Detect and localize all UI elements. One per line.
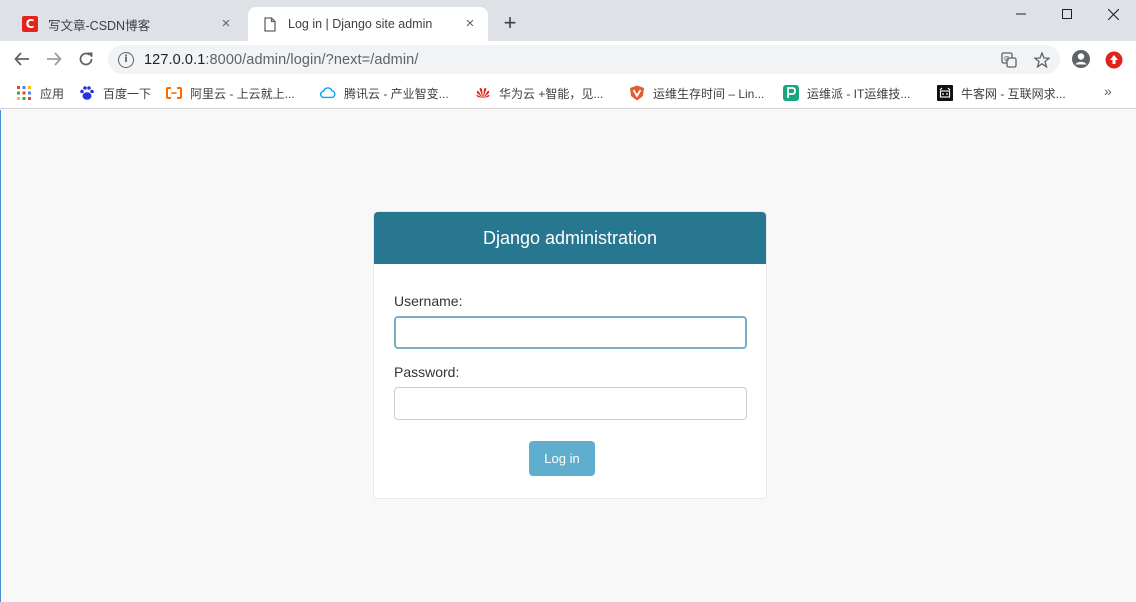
huawei-icon [475,85,491,101]
csdn-logo-icon: C [22,16,38,32]
bookmark-nowcoder[interactable]: 牛客网 - 互联网求... [937,84,1066,102]
bookmark-aliyun[interactable]: 阿里云 - 上云就上... [166,84,295,102]
bookmark-label: 百度一下 [103,86,152,101]
maximize-button[interactable] [1044,0,1090,28]
bookmark-tencent-cloud[interactable]: 腾讯云 - 产业智变... [320,84,449,102]
yunweipai-icon [783,85,799,101]
bookmark-label: 运维派 - IT运维技... [807,86,911,101]
forward-button[interactable] [42,47,66,71]
bookmark-yunweipai[interactable]: 运维派 - IT运维技... [783,84,910,102]
username-input[interactable] [394,316,747,349]
tab-title: 写文章-CSDN博客 [48,18,151,33]
new-tab-button[interactable]: + [498,12,522,36]
close-icon[interactable]: × [462,16,478,32]
bookmark-label: 运维生存时间 – Lin... [653,86,765,101]
tab-title: Log in | Django site admin [288,17,433,31]
nowcoder-icon [937,85,953,101]
browser-titlebar: C 写文章-CSDN博客 × Log in | Django site admi… [0,0,1136,41]
bookmark-baidu[interactable]: 百度一下 [79,84,151,102]
reload-button[interactable] [74,47,98,71]
shield-icon [629,85,645,101]
back-button[interactable] [10,47,34,71]
site-header: Django administration [374,212,766,264]
bookmark-yunwei-time[interactable]: 运维生存时间 – Lin... [629,84,764,102]
close-window-button[interactable] [1090,0,1136,28]
tab-csdn[interactable]: C 写文章-CSDN博客 × [8,7,244,41]
baidu-paw-icon [79,85,95,101]
bookmark-label: 阿里云 - 上云就上... [190,86,295,101]
tab-django-login[interactable]: Log in | Django site admin × [248,7,488,41]
url-text: 127.0.0.1:8000/admin/login/?next=/admin/ [144,51,419,68]
aliyun-icon [166,85,182,101]
browser-toolbar: i 127.0.0.1:8000/admin/login/?next=/admi… [0,41,1136,78]
apps-grid-icon [16,85,32,101]
extension-update-icon[interactable] [1104,50,1124,70]
bookmark-label: 腾讯云 - 产业智变... [344,86,449,101]
address-bar[interactable]: i 127.0.0.1:8000/admin/login/?next=/admi… [108,45,1060,74]
bookmarks-overflow-button[interactable]: » [1104,83,1112,99]
bookmarks-bar: 应用 百度一下 阿里云 - 上云就上... 腾讯云 - 产业智变... 华为云 … [0,78,1136,109]
svg-text:G: G [1004,55,1009,63]
username-label: Username: [394,293,463,309]
tencent-cloud-icon [320,85,336,101]
password-label: Password: [394,364,460,380]
page-content: Django administration Username: Password… [0,110,1136,602]
login-button[interactable]: Log in [529,441,595,476]
close-icon[interactable]: × [218,16,234,32]
minimize-button[interactable] [998,0,1044,28]
password-input[interactable] [394,387,747,420]
star-bookmark-icon[interactable] [1033,51,1051,69]
translate-icon[interactable]: G [1000,51,1018,69]
login-form-card: Django administration Username: Password… [373,211,767,499]
bookmark-label: 应用 [40,86,65,101]
bookmark-huawei-cloud[interactable]: 华为云 +智能，见... [475,84,603,102]
bookmark-apps[interactable]: 应用 [16,84,64,102]
bookmark-label: 牛客网 - 互联网求... [961,86,1066,101]
profile-icon[interactable] [1071,49,1091,69]
site-info-icon[interactable]: i [118,51,134,68]
page-icon [262,16,278,32]
bookmark-label: 华为云 +智能，见... [499,86,604,101]
